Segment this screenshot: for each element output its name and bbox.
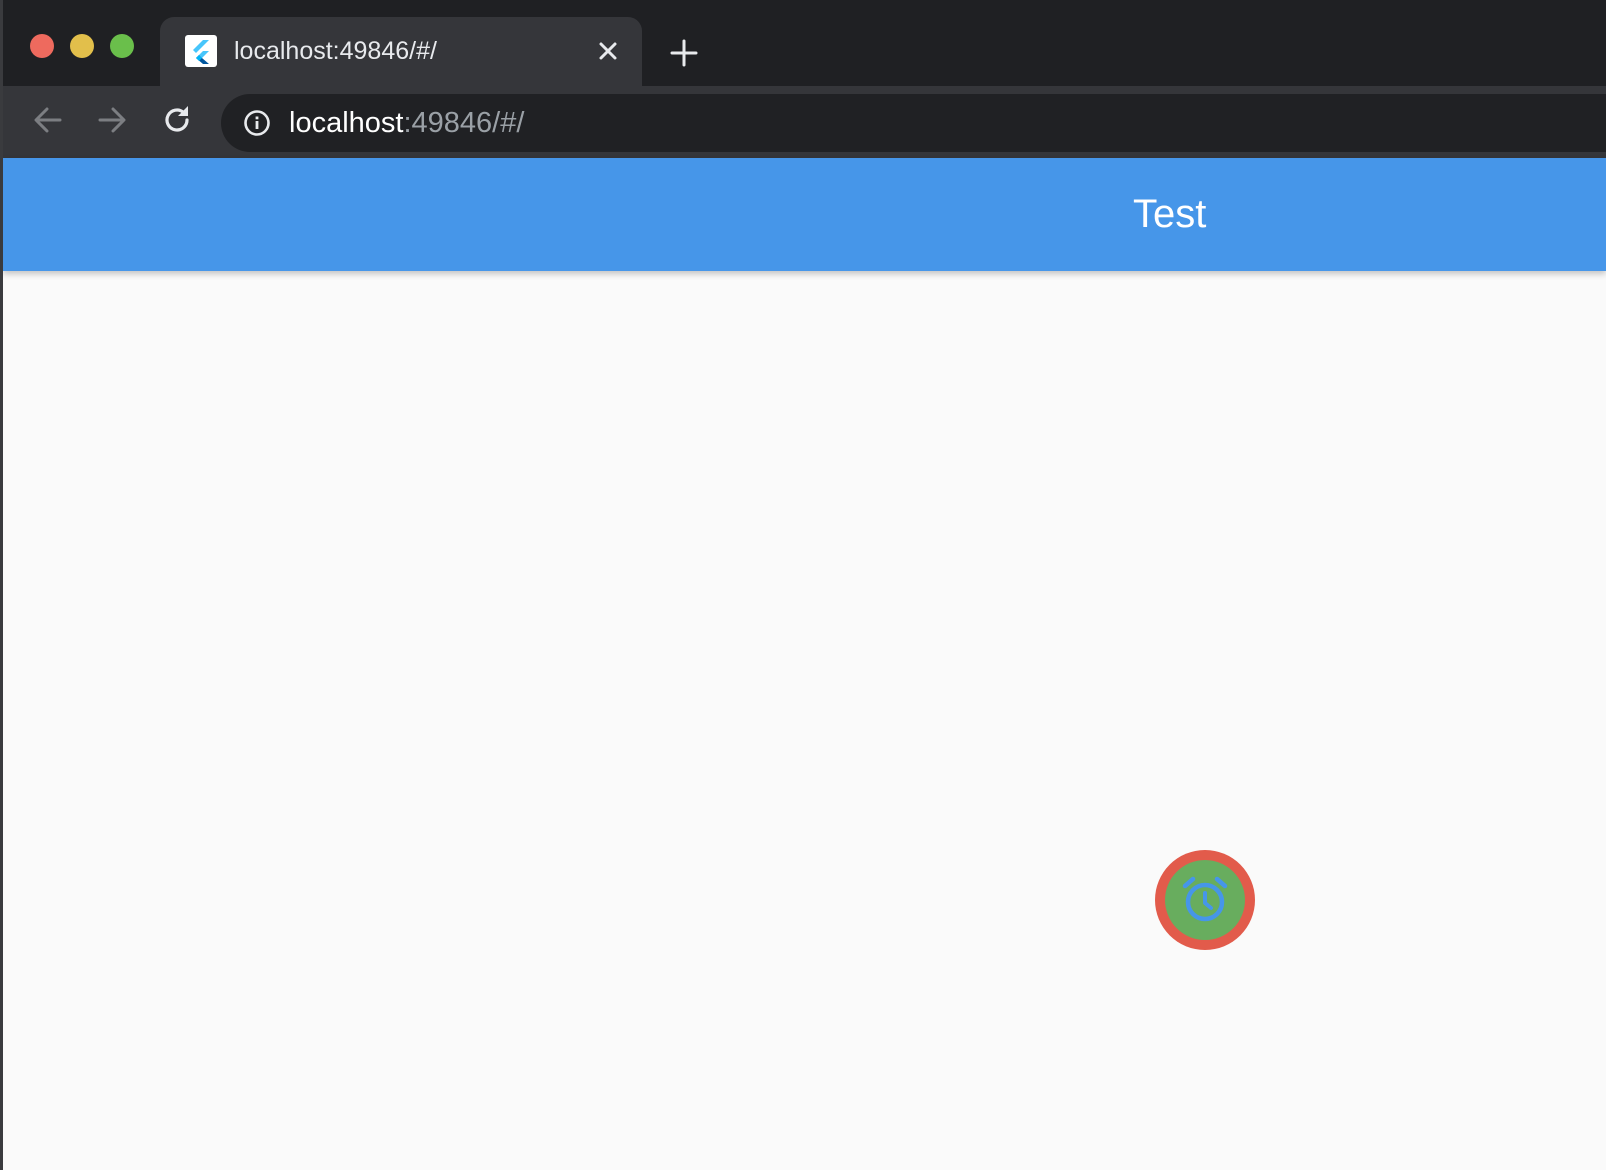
window-maximize-button[interactable] bbox=[110, 34, 134, 58]
browser-window: localhost:49846/#/ localhost:49846/#/ Te… bbox=[0, 0, 1606, 1170]
app-bar-title: Test bbox=[1133, 192, 1207, 236]
tab-title: localhost:49846/#/ bbox=[234, 37, 437, 65]
back-arrow-icon[interactable] bbox=[30, 102, 66, 138]
window-close-button[interactable] bbox=[30, 34, 54, 58]
alarm-icon bbox=[1182, 876, 1228, 922]
window-minimize-button[interactable] bbox=[70, 34, 94, 58]
browser-toolbar: localhost:49846/#/ bbox=[3, 86, 1606, 158]
tab-close-icon[interactable] bbox=[596, 39, 620, 63]
app-bar: Test bbox=[3, 158, 1606, 271]
new-tab-plus-icon[interactable] bbox=[670, 39, 698, 67]
address-bar[interactable]: localhost:49846/#/ bbox=[221, 94, 1606, 152]
forward-arrow-icon[interactable] bbox=[94, 102, 130, 138]
url-path: :49846/#/ bbox=[403, 107, 525, 139]
tab-strip: localhost:49846/#/ bbox=[3, 0, 1606, 86]
reload-icon[interactable] bbox=[159, 102, 195, 138]
browser-tab[interactable]: localhost:49846/#/ bbox=[160, 17, 642, 86]
fab-inner-circle bbox=[1165, 860, 1245, 940]
flutter-logo-icon bbox=[185, 35, 217, 67]
url-text: localhost:49846/#/ bbox=[289, 106, 524, 140]
alarm-fab-button[interactable] bbox=[1155, 850, 1255, 950]
page-viewport: Test bbox=[3, 158, 1606, 1170]
site-info-icon[interactable] bbox=[243, 109, 271, 137]
url-host: localhost bbox=[289, 107, 404, 139]
